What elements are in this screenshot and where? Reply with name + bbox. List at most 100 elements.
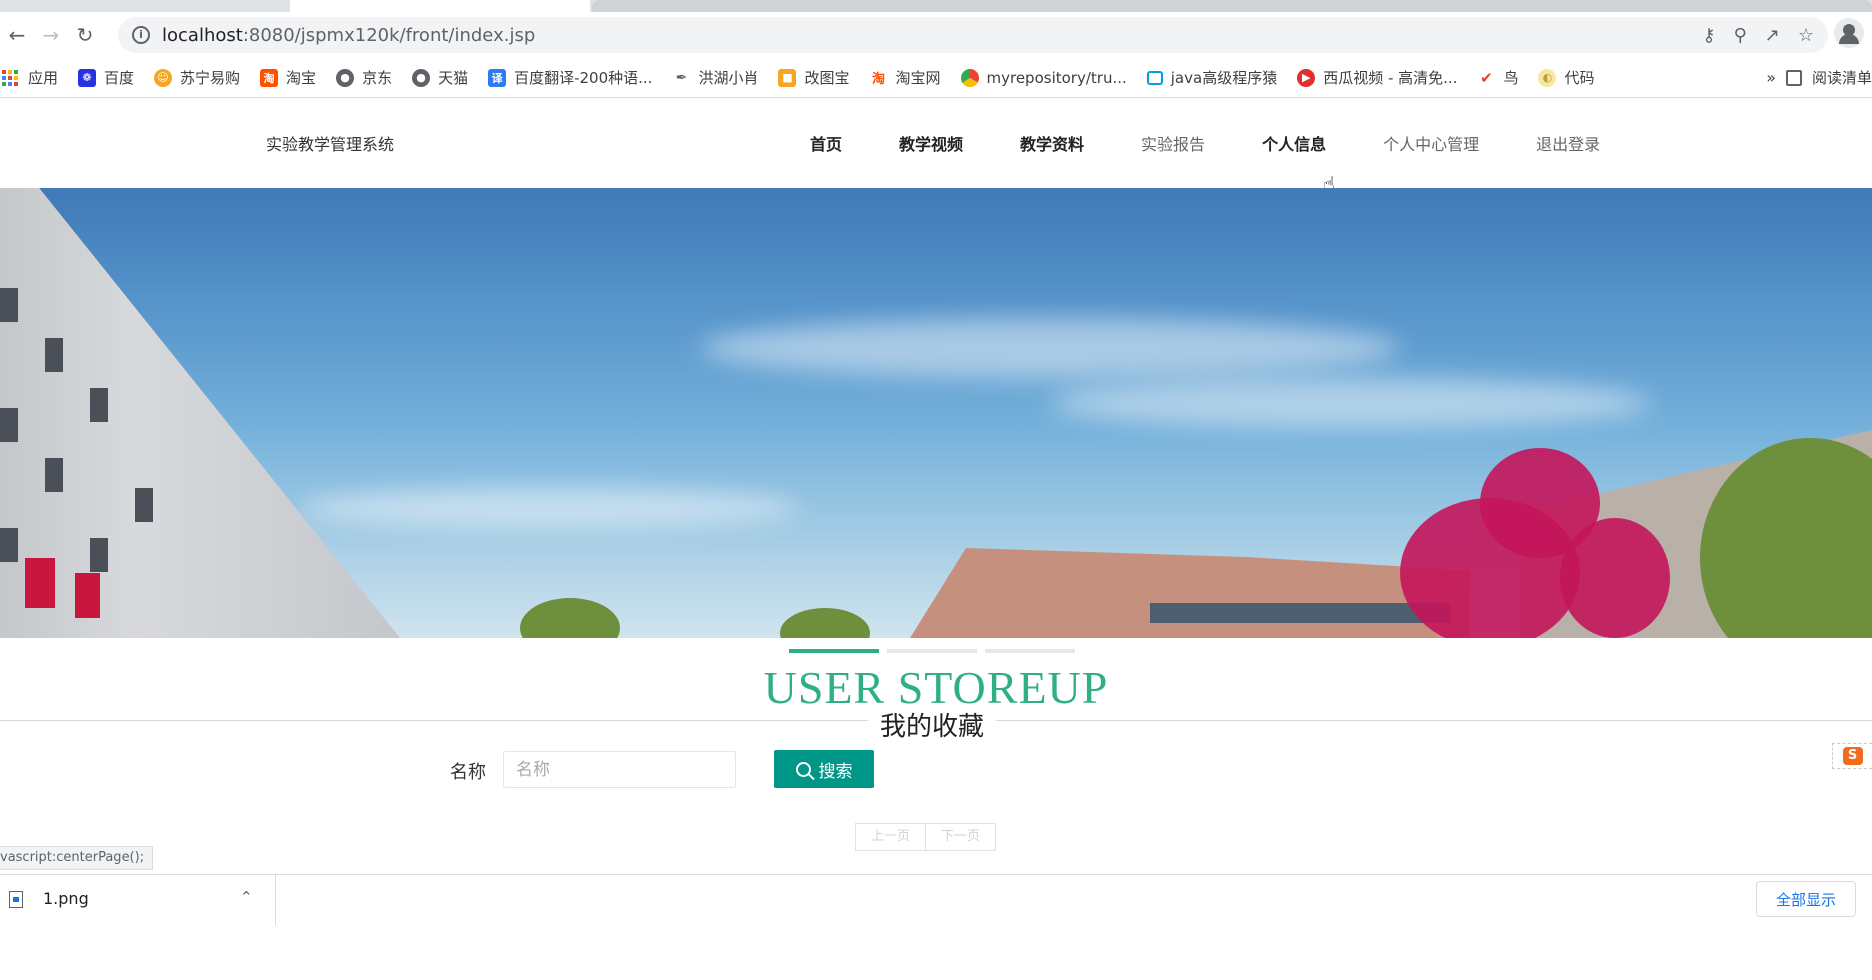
campus-banner-image [0,188,1872,638]
suning-icon: ☺ [154,68,173,87]
status-bar: vascript:centerPage(); [0,846,154,870]
taobao-icon: 淘 [869,68,888,87]
bookmark-label: 百度翻译-200种语... [514,69,653,87]
code-icon: ◐ [1538,68,1557,87]
search-label: 名称 [450,762,486,783]
url-host: localhost [162,24,243,46]
bookmark-label: java高级程序猿 [1170,69,1278,87]
translate-icon: 译 [488,68,507,87]
bookmark-label: 苏宁易购 [180,69,241,87]
indicator-bar [985,649,1075,653]
bookmark-suning[interactable]: ☺ 苏宁易购 [154,67,240,88]
bookmark-taobao-net[interactable]: 淘 淘宝网 [869,67,941,88]
chevron-up-icon[interactable]: ⌃ [240,888,253,906]
prev-page-button[interactable]: 上一页 [855,823,927,851]
site-info-icon[interactable]: i [132,26,150,44]
nav-logout[interactable]: 退出登录 [1536,131,1600,155]
nav-lab-reports[interactable]: 实验报告 [1141,131,1205,155]
search-button-label: 搜索 [818,761,853,782]
download-file-name: 1.png [43,889,89,908]
profile-avatar-icon[interactable] [1834,18,1864,48]
bookmark-tmall[interactable]: ● 天猫 [412,67,468,88]
bookmark-code[interactable]: ◐ 代码 [1538,67,1595,88]
bookmark-label: 鸟 [1503,69,1519,87]
back-arrow-icon[interactable]: ← [0,18,34,52]
bookmark-java[interactable]: java高级程序猿 [1146,67,1278,88]
ime-widget[interactable]: S [1832,743,1872,769]
nav-home[interactable]: 首页 [810,131,842,155]
bookmark-apps[interactable]: 应用 [2,67,58,88]
bookmark-label: 淘宝网 [895,69,941,87]
bookmark-myrepository[interactable]: myrepository/tru... [960,68,1127,87]
bookmark-jd[interactable]: ● 京东 [336,67,392,88]
bookmarks-bar: 应用 ❁ 百度 ☺ 苏宁易购 淘 淘宝 ● 京东 ● 天猫 译 百度翻译-200… [0,58,1872,98]
bookmark-label: myrepository/tru... [986,68,1127,87]
bookmarks-overflow-button[interactable]: » [1766,68,1776,87]
show-all-downloads-button[interactable]: 全部显示 [1756,881,1856,917]
feather-icon: ✒ [672,68,691,87]
search-icon [795,761,811,777]
apps-grid-icon [2,69,18,86]
baidu-paw-icon: ❁ [78,68,97,87]
page-content: 实验教学管理系统 首页 教学视频 教学资料 实验报告 个人信息 个人中心管理 退… [0,98,1872,980]
taobao-icon: 淘 [260,68,279,87]
indicator-bar-active [789,649,879,653]
site-brand[interactable]: 实验教学管理系统 [266,131,394,155]
bird-icon: ✔ [1477,68,1496,87]
reload-icon[interactable]: ↻ [68,18,102,52]
bookmark-label: 洪湖小肖 [698,69,759,87]
browser-toolbar: ← → ↻ i localhost:8080/jspmx120k/front/i… [0,12,1872,58]
search-button[interactable]: 搜索 [774,750,874,788]
bookmark-label: 天猫 [438,69,469,87]
tab-strip [0,0,1872,12]
bookmark-honghu[interactable]: ✒ 洪湖小肖 [672,67,758,88]
xigua-icon: ▶ [1297,68,1316,87]
section-indicator-bars [789,649,1075,653]
bookmark-xigua[interactable]: ▶ 西瓜视频 - 高清免... [1297,67,1457,88]
search-form: 名称 搜索 [0,749,1872,789]
gaitubao-icon: ■ [778,68,797,87]
next-page-button[interactable]: 下一页 [926,823,997,851]
bookmark-label: 应用 [28,69,59,87]
sogou-ime-icon: S [1842,747,1863,765]
share-icon[interactable]: ↗ [1765,25,1780,46]
download-item[interactable]: 1.png ⌃ [0,875,276,925]
image-file-icon [9,891,23,908]
bilibili-icon [1146,70,1163,85]
key-icon[interactable]: ⚷ [1702,25,1715,46]
bookmark-taobao[interactable]: 淘 淘宝 [260,67,316,88]
nav-personal-info[interactable]: 个人信息 [1262,131,1326,155]
bookmark-star-icon[interactable]: ☆ [1798,25,1814,46]
reading-list-button[interactable]: 阅读清单 [1785,67,1872,88]
bookmark-baidu-translate[interactable]: 译 百度翻译-200种语... [488,67,652,88]
bookmark-label: 京东 [362,69,393,87]
indicator-bar [887,649,977,653]
main-nav: 首页 教学视频 教学资料 实验报告 个人信息 个人中心管理 退出登录 [810,131,1657,155]
globe-icon: ● [336,68,355,87]
pagination: 上一页 下一页 [855,823,997,851]
bookmark-label: 西瓜视频 - 高清免... [1323,69,1458,87]
reading-list-icon [1785,69,1802,86]
nav-teaching-materials[interactable]: 教学资料 [1020,131,1084,155]
nav-personal-center[interactable]: 个人中心管理 [1383,131,1479,155]
site-header: 实验教学管理系统 首页 教学视频 教学资料 实验报告 个人信息 个人中心管理 退… [0,98,1872,196]
address-bar[interactable]: i localhost:8080/jspmx120k/front/index.j… [118,17,1828,53]
bookmark-label: 百度 [104,69,135,87]
bookmark-label: 改图宝 [804,69,850,87]
active-tab[interactable] [290,0,590,12]
bookmark-baidu[interactable]: ❁ 百度 [78,67,134,88]
search-input[interactable] [503,751,736,788]
reading-list-label: 阅读清单 [1811,69,1872,87]
zoom-icon[interactable]: ⚲ [1734,25,1747,46]
url-path: :8080/jspmx120k/front/index.jsp [242,24,536,46]
bookmark-bird[interactable]: ✔ 鸟 [1477,67,1518,88]
inactive-tab[interactable] [592,0,1872,12]
bookmark-label: 淘宝 [286,69,317,87]
nav-teaching-videos[interactable]: 教学视频 [899,131,963,155]
forward-arrow-icon[interactable]: → [34,18,68,52]
bookmark-label: 代码 [1564,69,1595,87]
chrome-icon [960,68,979,87]
section-title-cn: 我的收藏 [868,706,996,743]
download-shelf: 1.png ⌃ 全部显示 [0,874,1872,925]
bookmark-gaitubao[interactable]: ■ 改图宝 [778,67,849,88]
